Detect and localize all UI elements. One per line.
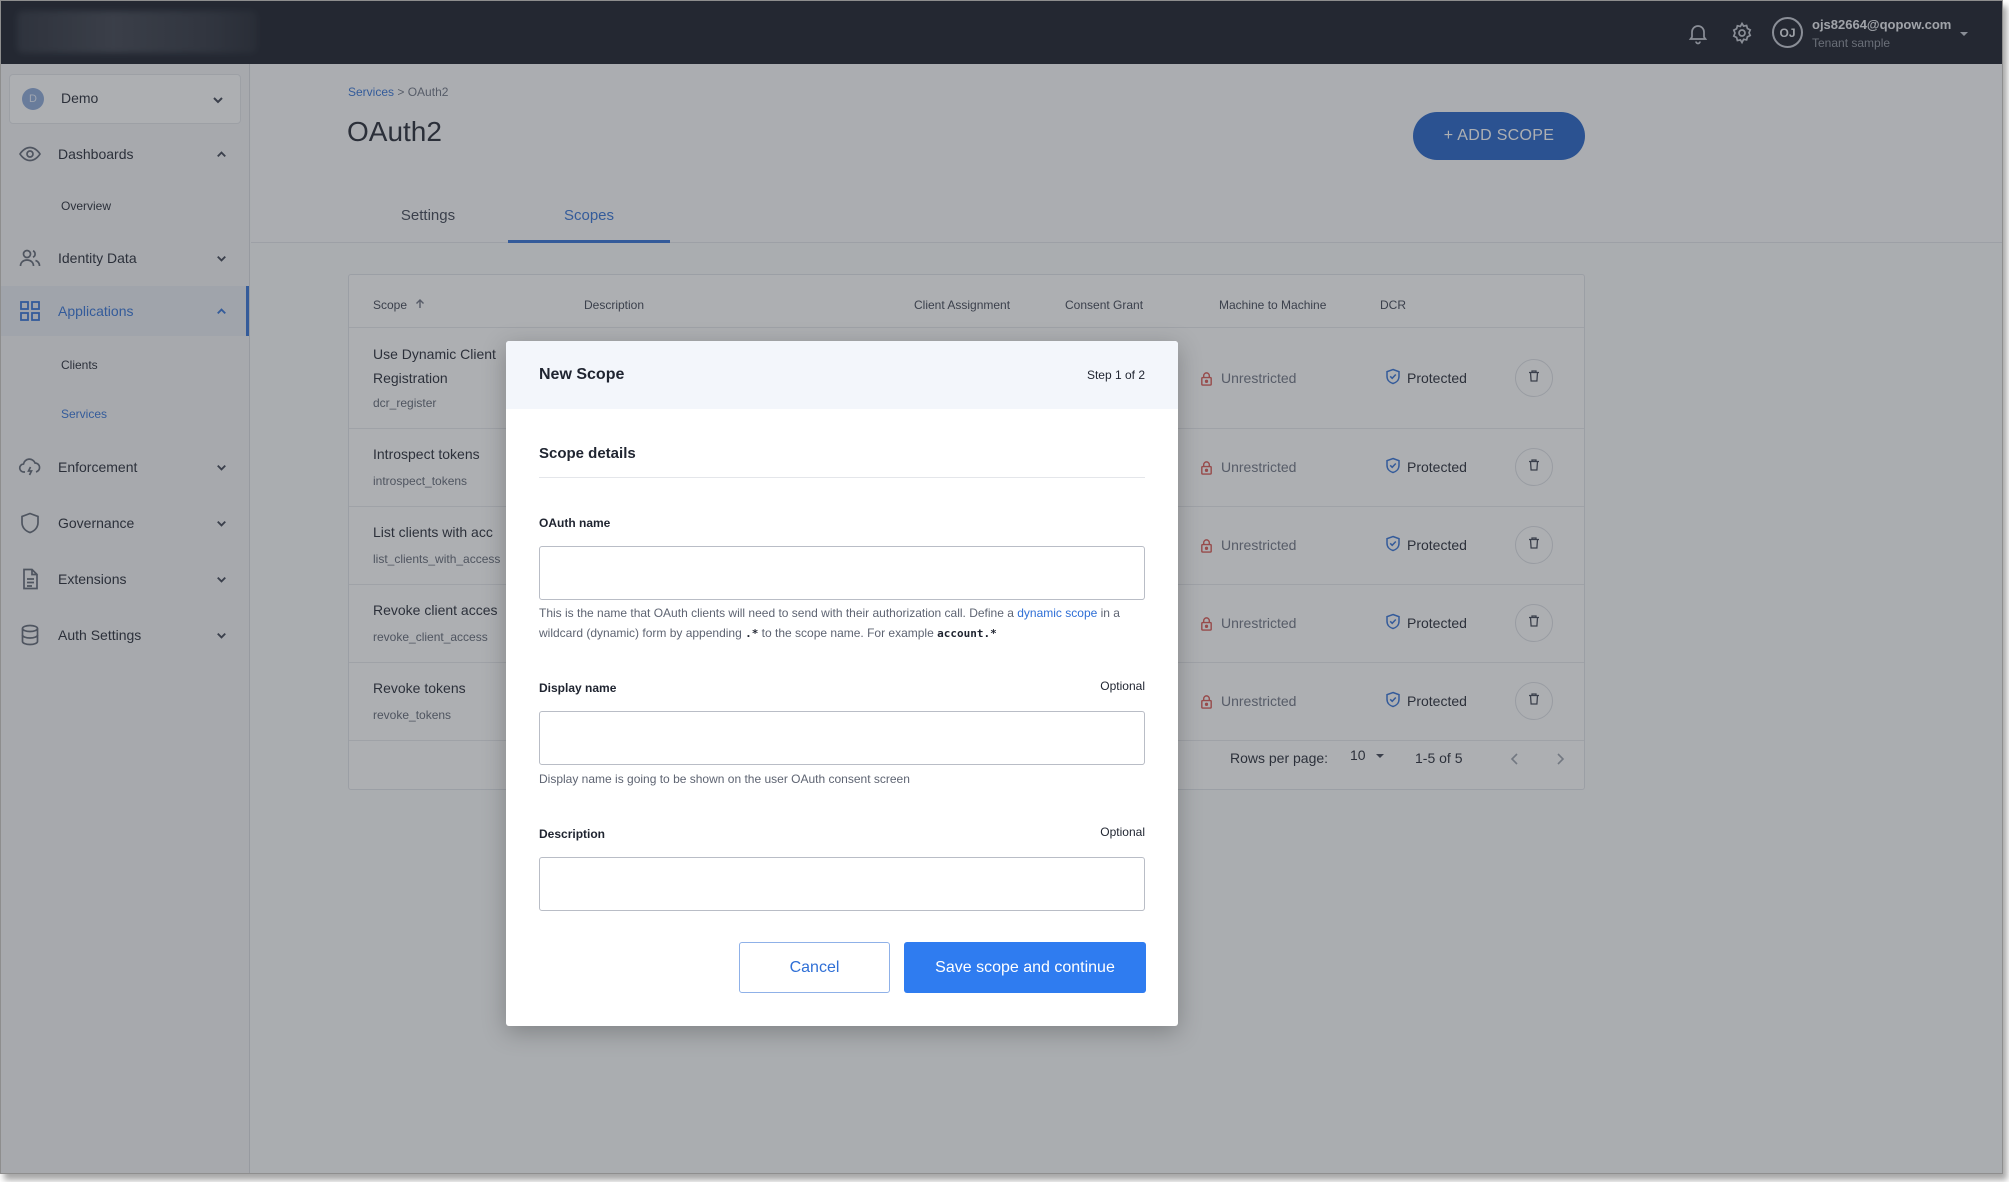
display-name-label: Display name (539, 681, 617, 695)
new-scope-dialog: New Scope Step 1 of 2 Scope details OAut… (506, 341, 1178, 1026)
dialog-step-indicator: Step 1 of 2 (1086, 368, 1145, 382)
section-divider (539, 477, 1145, 478)
display-name-help: Display name is going to be shown on the… (539, 772, 910, 786)
dialog-header: New Scope Step 1 of 2 (506, 341, 1178, 409)
description-optional: Optional (1100, 825, 1145, 839)
dynamic-scope-link[interactable]: dynamic scope (1017, 606, 1097, 620)
dialog-title: New Scope (539, 366, 625, 383)
app-window: OJ ojs82664@qopow.com Tenant sample D De… (0, 0, 2003, 1174)
oauth-name-label: OAuth name (539, 516, 611, 530)
display-name-optional: Optional (1100, 679, 1145, 693)
description-label: Description (539, 827, 606, 841)
description-input[interactable] (539, 857, 1145, 911)
oauth-name-input[interactable] (539, 546, 1145, 600)
cancel-button[interactable]: Cancel (739, 942, 890, 993)
display-name-input[interactable] (539, 711, 1145, 765)
section-title: Scope details (539, 445, 636, 462)
save-scope-button[interactable]: Save scope and continue (904, 942, 1146, 993)
oauth-name-help: This is the name that OAuth clients will… (539, 606, 1120, 640)
